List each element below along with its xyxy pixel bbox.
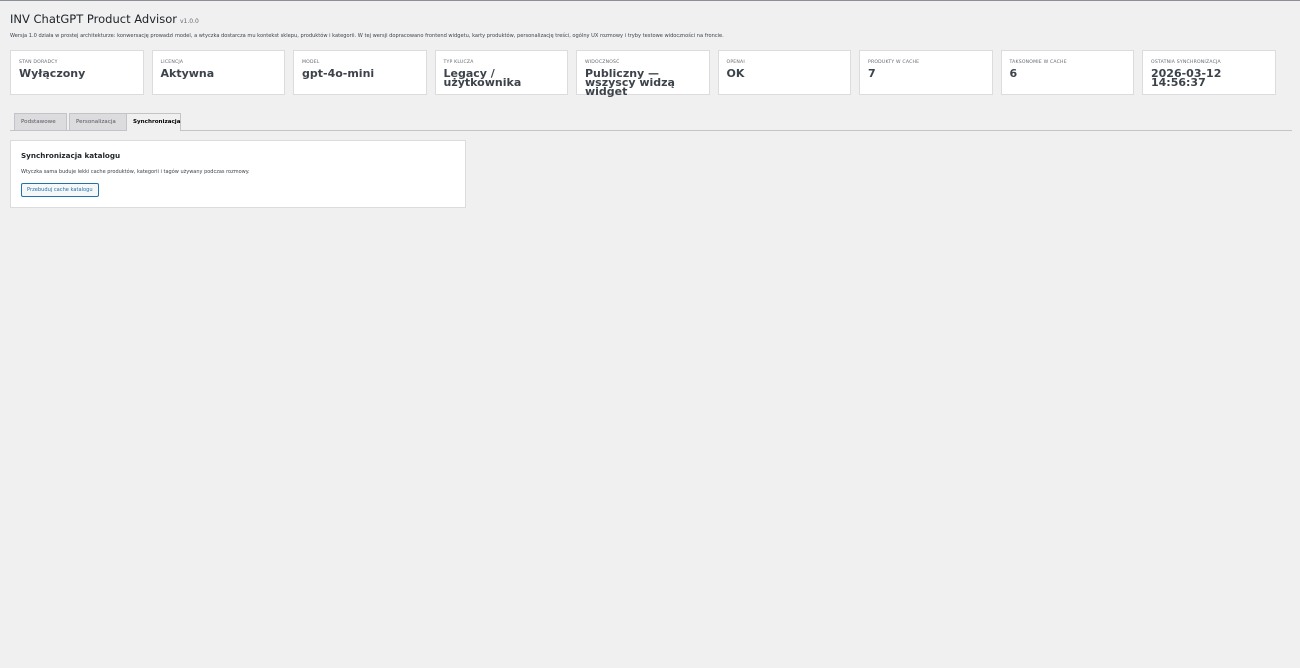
page-title: INV ChatGPT Product Advisor v1.0.0	[10, 11, 1292, 27]
stat-value: Publiczny — wszyscy widzą widget	[585, 67, 675, 98]
status-cards: Stan doradcy Wyłączony Licencja Aktywna …	[10, 50, 1276, 98]
version-label: v1.0.0	[179, 18, 199, 25]
stat-card-license: Licencja Aktywna	[151, 50, 285, 95]
stat-card-key-type: Typ klucza Legacy / użytkownika	[434, 50, 568, 95]
stat-value: Wyłączony	[19, 67, 86, 80]
stat-label: Model	[302, 60, 320, 65]
stat-value: Aktywna	[160, 67, 215, 80]
stat-label: OpenAI	[726, 60, 745, 65]
stat-value: 6	[1009, 67, 1018, 80]
stat-label: Ostatnia synchronizacja	[1151, 60, 1221, 65]
stat-label: Widoczność	[585, 60, 620, 65]
card-description: Wtyczka sama buduje lekki cache produktó…	[21, 169, 250, 175]
rebuild-cache-button[interactable]: Przebuduj cache katalogu	[21, 183, 99, 197]
page-description: Wersja 1.0 działa w prostej architekturz…	[10, 33, 724, 39]
tab-personalization[interactable]: Personalizacja	[69, 113, 131, 130]
stat-label: Produkty w cache	[868, 60, 920, 65]
stat-value: 7	[868, 67, 876, 80]
stat-card-advisor-state: Stan doradcy Wyłączony	[10, 50, 144, 95]
card-title: Synchronizacja katalogu	[21, 151, 121, 160]
stat-label: Stan doradcy	[19, 60, 58, 65]
stat-card-model: Model gpt-4o-mini	[293, 50, 427, 95]
catalog-sync-card: Synchronizacja katalogu Wtyczka sama bud…	[10, 140, 466, 208]
page-title-text: INV ChatGPT Product Advisor	[10, 12, 177, 26]
stat-card-taxonomies-cache: Taksonomie w cache 6	[1000, 50, 1134, 95]
stat-card-openai: OpenAI OK	[717, 50, 851, 95]
stat-label: Licencja	[160, 60, 184, 65]
stat-label: Taksonomie w cache	[1009, 60, 1067, 65]
plugin-settings-page: INV ChatGPT Product Advisor v1.0.0 Wersja…	[10, 11, 1292, 208]
stat-value: Legacy / użytkownika	[443, 67, 522, 89]
tab-synchronization[interactable]: Synchronizacja	[126, 113, 181, 131]
tab-basic[interactable]: Podstawowe	[14, 113, 67, 130]
stat-card-last-sync: Ostatnia synchronizacja 2026-03-12 14:56…	[1142, 50, 1276, 95]
stat-card-products-cache: Produkty w cache 7	[859, 50, 993, 95]
admin-bar-border	[0, 0, 1300, 1]
stat-value: 2026-03-12 14:56:37	[1151, 67, 1222, 89]
stat-value: gpt-4o-mini	[302, 67, 375, 80]
stat-label: Typ klucza	[443, 60, 474, 65]
stat-card-visibility: Widoczność Publiczny — wszyscy widzą wid…	[576, 50, 710, 98]
settings-tabs: Podstawowe Personalizacja Synchronizacja	[10, 113, 1292, 131]
stat-value: OK	[726, 67, 745, 80]
